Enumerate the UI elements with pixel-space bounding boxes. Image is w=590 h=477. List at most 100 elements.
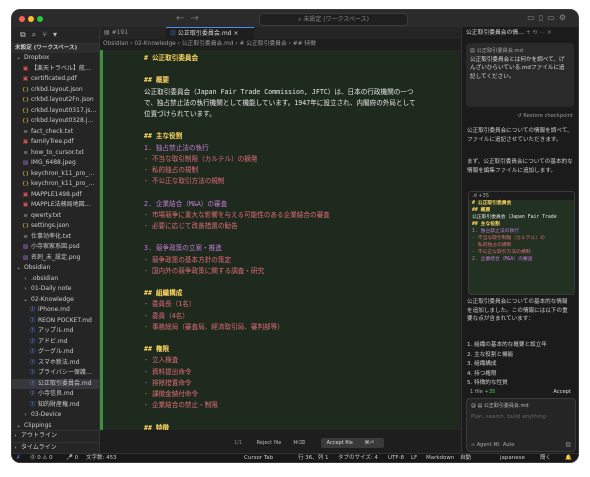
tree-item[interactable]: {} crkbd.layout0328.j…	[12, 116, 99, 127]
encoding[interactable]: UTF-8	[388, 454, 404, 462]
tree-item[interactable]: {} keychron_k11_pro_…	[12, 179, 99, 190]
tree-item[interactable]: {} crkbd.layout0317.js…	[12, 106, 99, 117]
composer-input[interactable]: Plan, search, build anything	[467, 412, 575, 422]
code-line[interactable]: - 市場競争に重大な影響を与える可能性のある企業結合の審査	[144, 209, 330, 221]
restore-checkpoint[interactable]: ↺ Restore checkpoint	[467, 112, 573, 121]
tree-item[interactable]: {} crkbd.layout2Fn.json	[12, 95, 99, 106]
code-line[interactable]: ## 権限	[144, 343, 169, 355]
code-line[interactable]: - 不当な取引制限（カルテル）の摘発	[144, 153, 257, 165]
tree-item[interactable]: › .obsidian	[12, 274, 99, 285]
tab-fair-trade-md[interactable]: ⓵ 公正取引委員会.md ×	[166, 27, 254, 40]
code-line[interactable]: 1. 独占禁止法の執行	[144, 142, 209, 154]
tree-item[interactable]: ≡ qwerty.txt	[12, 211, 99, 222]
code-line[interactable]: - 排除措置命令	[144, 377, 192, 389]
tree-item[interactable]: › 03-Device	[12, 410, 99, 421]
files-changed[interactable]: 1 file +35	[470, 389, 495, 395]
remote-icon[interactable]: ✗	[16, 454, 21, 462]
auto-indicator[interactable]: 自動	[460, 454, 471, 462]
tree-item[interactable]: ⓵ プライバシー保護…	[12, 368, 99, 379]
code-line[interactable]: - 国内外の競争政策に関する調査・研究	[144, 265, 264, 277]
code-line[interactable]: 2. 企業結合（M&A）の審査	[144, 198, 227, 210]
code-line[interactable]: - 委員長（1名）	[144, 298, 195, 310]
nav-arrows[interactable]: ←→	[176, 13, 205, 24]
tree-item[interactable]: ▨ 小寺家家系図.psd	[12, 242, 99, 253]
accept-button[interactable]: Accept	[553, 389, 571, 395]
code-line[interactable]: ## 概要	[144, 74, 169, 86]
tree-item[interactable]: ⓵ 公正取引委員会.md	[12, 378, 99, 389]
outline-section[interactable]: › アウトライン	[12, 430, 99, 442]
user-message[interactable]: ▤ 公正取引委員会.md 公正取引委員会とは何かを調べて、げんざいひらいている.…	[466, 43, 574, 107]
tab-191[interactable]: ▤ #191	[100, 27, 150, 39]
tree-item[interactable]: ⌄ Dropbox	[12, 53, 99, 64]
tree-item[interactable]: ⓵ 知的財産権.md	[12, 400, 99, 411]
breadcrumb[interactable]: Obsidian › 02-Knowledge › 公正取引委員会.md › #…	[100, 39, 460, 49]
tree-item[interactable]: ⌄ 02-Knowledge	[12, 295, 99, 306]
code-line[interactable]: - 課徴金納付命令	[144, 388, 198, 400]
japanese-indicator[interactable]: japanese	[500, 454, 525, 462]
code-line[interactable]: 位置づけられています。	[144, 108, 216, 120]
tree-item[interactable]: {} keychron_k11_pro_…	[12, 169, 99, 180]
tree-item[interactable]: ⓵ 小寺信良.md	[12, 389, 99, 400]
tree-item[interactable]: ▣ 【楽天トラベル】航…	[12, 64, 99, 75]
code-line[interactable]: 公正取引委員会（Japan Fair Trade Commission, JFT…	[144, 86, 413, 98]
line-ending[interactable]: LF	[411, 454, 417, 462]
minimize-window-button[interactable]	[28, 16, 34, 22]
chat-composer[interactable]: @ ▤ 公正取引委員会.md Plan, search, build anyth…	[466, 398, 576, 452]
tree-item[interactable]: {} settings.json	[12, 221, 99, 232]
tree-item[interactable]: ⓵ iPhone.md	[12, 305, 99, 316]
tree-item[interactable]: ▣ familyTree.pdf	[12, 137, 99, 148]
chat-actions-icon[interactable]: + ⟲ ⋯ ×	[526, 30, 552, 36]
language-mode[interactable]: Markdown	[426, 454, 454, 462]
code-line[interactable]: # 公正取引委員会	[144, 52, 198, 64]
code-line[interactable]: - 私的独占の規制	[144, 164, 198, 176]
tree-item[interactable]: ▣ MAPPLE1498.pdf	[12, 190, 99, 201]
code-line[interactable]: 3. 競争政策の立案・推進	[144, 242, 222, 254]
tree-item[interactable]: ≡ 仕事効率化.txt	[12, 232, 99, 243]
tree-item[interactable]: ⓵ REON POCKET.md	[12, 316, 99, 327]
workspace-header[interactable]: 未設定 (ワークスペース)	[12, 44, 99, 53]
code-line[interactable]: - 必要に応じて改善措置の勧告	[144, 220, 238, 232]
command-search[interactable]: ⌕ 未設定 (ワークスペース)	[259, 13, 408, 26]
code-line[interactable]: ## 主な役割	[144, 130, 182, 142]
timeline-section[interactable]: › タイムライン	[12, 441, 99, 454]
tree-item[interactable]: › 01-Daily note	[12, 284, 99, 295]
tree-item[interactable]: ⓵ スマホ新法.md	[12, 358, 99, 369]
tree-item[interactable]: ⓵ アップル.md	[12, 326, 99, 337]
code-line[interactable]: で、独占禁止法の執行機関として機能しています。1947年に設立され、内閣府の外局…	[144, 97, 416, 109]
tree-item[interactable]: ⌄ Obsidian	[12, 263, 99, 274]
code-line[interactable]: - 委員（4名）	[144, 310, 189, 322]
tree-item[interactable]: ≡ fact_check.txt	[12, 127, 99, 138]
code-editor[interactable]: # 公正取引委員会 ## 概要 公正取引委員会（Japan Fair Trade C…	[100, 50, 460, 430]
accept-file-button[interactable]: Accept file ⌘⏎	[320, 438, 384, 448]
tab-size[interactable]: タブのサイズ: 4	[338, 454, 378, 462]
code-line[interactable]: ## 特徴	[144, 422, 169, 430]
cursor-tab-status[interactable]: Cursor Tab	[244, 454, 273, 462]
zoom-window-button[interactable]	[37, 16, 43, 22]
code-line[interactable]: - 競争政策の基本方針の策定	[144, 254, 231, 266]
cursor-position[interactable]: 行 36、列 1	[298, 454, 329, 462]
tree-item[interactable]: {} crkbd.layout.json	[12, 85, 99, 96]
code-line[interactable]: - 資料提出命令	[144, 366, 192, 378]
image-attach-icon[interactable]: ▨	[565, 441, 571, 448]
problems-indicator[interactable]: ⓪ 0 ⚠ 0	[30, 454, 53, 462]
tree-item[interactable]: ▨ 名刺_未_設定.png	[12, 253, 99, 264]
code-line[interactable]: - 事務総局（審査局、経済取引局、審判部等）	[144, 321, 284, 333]
bell-icon[interactable]: 🔔	[565, 454, 572, 462]
code-line[interactable]: ## 組織構成	[144, 287, 182, 299]
close-tab-icon[interactable]: ×	[233, 30, 238, 37]
agent-mode-select[interactable]: ∞ Agent ⌘I Auto	[471, 442, 514, 448]
code-line[interactable]: - 立入検査	[144, 354, 178, 366]
tree-item[interactable]: ▣ certificated.pdf	[12, 74, 99, 85]
layout-icons[interactable]: ▭▯▭⚙	[527, 13, 570, 22]
edit-preview[interactable]: .d +35 # 公正取引委員会 ## 概要 公正取引委員会（Japan Fair …	[468, 191, 575, 295]
tree-item[interactable]: ▨ IMG_6488.jpeg	[12, 158, 99, 169]
code-line[interactable]: - 不公正な取引方法の規制	[144, 175, 224, 187]
sidebar-toolbar[interactable]: ⧉⌕⑂▾	[12, 27, 99, 44]
chat-title[interactable]: 公正取引委員会の情… + ⟲ ⋯ ×	[462, 27, 578, 39]
tree-item[interactable]: ≡ how_to_cursor.txt	[12, 148, 99, 159]
reject-file-button[interactable]: Reject file ⌘⌫	[251, 438, 315, 448]
code-line[interactable]: - 企業結合の禁止・制限	[144, 399, 218, 411]
tree-item[interactable]: ⓵ グーグル.md	[12, 347, 99, 358]
close-window-button[interactable]	[19, 16, 25, 22]
cursor-status[interactable]: 簡く	[540, 454, 551, 462]
